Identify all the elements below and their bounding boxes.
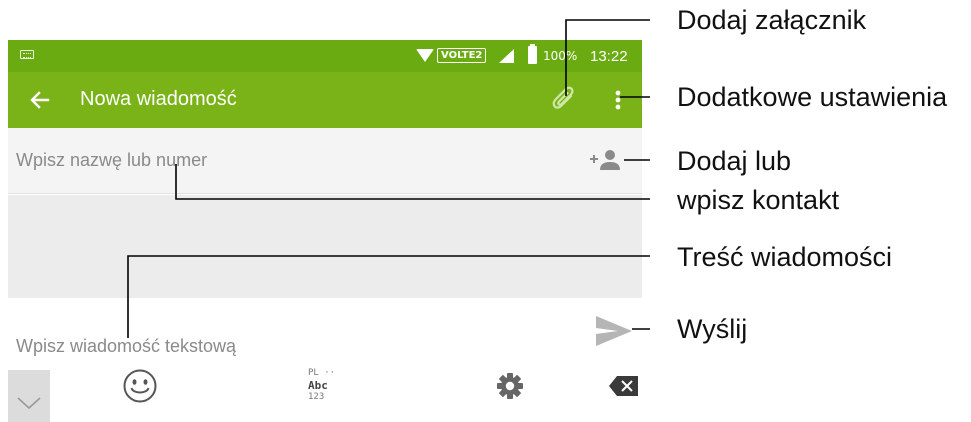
add-contact-icon[interactable] [588, 148, 622, 172]
language-switch-key[interactable]: PL ·· Abc 123 [308, 368, 352, 408]
send-icon[interactable] [594, 314, 634, 348]
message-thread-area [8, 195, 642, 298]
settings-gear-icon[interactable] [495, 371, 525, 401]
language-line-2: Abc [308, 379, 328, 392]
wifi-icon [416, 49, 434, 62]
app-bar: Nowa wiadomość [8, 72, 642, 128]
backspace-icon[interactable] [608, 374, 640, 398]
language-line-1: PL ·· [308, 368, 336, 378]
callout-message-body: Treść wiadomości [677, 242, 893, 272]
phone-screen: VOLTE2 100% 13:22 Nowa wiadomość Wpisz n… [8, 40, 642, 422]
more-vertical-icon[interactable] [608, 86, 628, 114]
callout-contact-line-1: Dodaj lub [677, 146, 792, 176]
battery-icon [528, 44, 537, 64]
status-bar: VOLTE2 100% 13:22 [8, 40, 642, 72]
recipient-row: Wpisz nazwę lub numer [8, 128, 642, 194]
emoji-icon[interactable] [122, 368, 158, 404]
back-arrow-icon[interactable] [26, 86, 54, 114]
recipient-input[interactable]: Wpisz nazwę lub numer [16, 150, 207, 171]
keyboard-hide-icon[interactable] [8, 370, 50, 422]
compose-row: Wpisz wiadomość tekstową [8, 298, 642, 362]
callout-more-settings: Dodatkowe ustawienia [677, 82, 948, 112]
callout-send: Wyślij [677, 314, 748, 344]
page-title: Nowa wiadomość [80, 88, 237, 110]
language-line-3: 123 [308, 392, 325, 402]
paperclip-icon[interactable] [550, 85, 580, 115]
status-time: 13:22 [590, 48, 628, 65]
keyboard-toolbar: PL ·· Abc 123 [8, 362, 642, 422]
keyboard-notification-icon [20, 50, 34, 59]
callout-attach: Dodaj załącznik [677, 5, 867, 35]
message-input[interactable]: Wpisz wiadomość tekstową [16, 336, 236, 357]
battery-percent: 100% [543, 49, 578, 63]
callout-contact-line-2: wpisz kontakt [677, 185, 840, 215]
volte-badge: VOLTE2 [437, 48, 487, 63]
signal-icon [499, 49, 514, 63]
